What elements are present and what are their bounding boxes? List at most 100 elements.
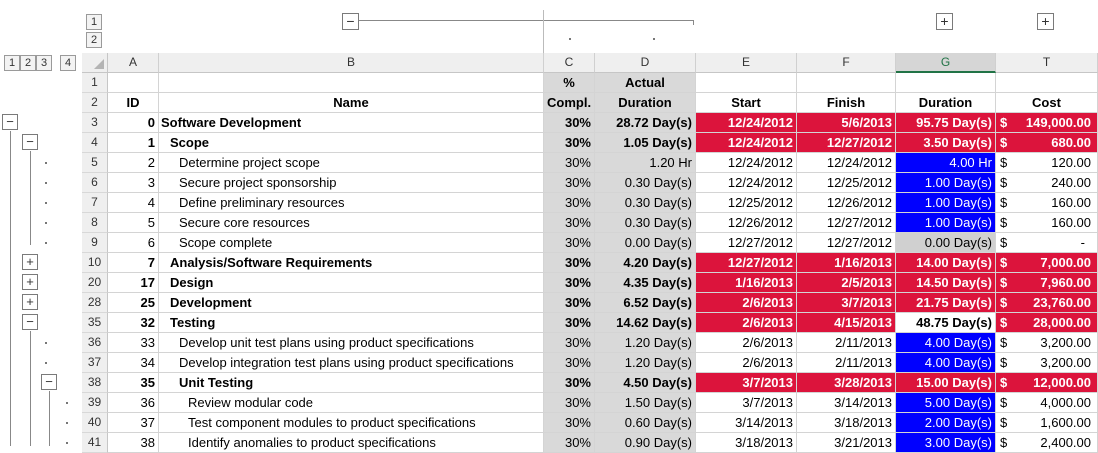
actual-duration-cell[interactable]: 1.20 Day(s) xyxy=(595,333,696,353)
start-date-cell[interactable]: 2/6/2013 xyxy=(696,333,797,353)
percent-complete-cell[interactable]: 30% xyxy=(544,373,595,393)
actual-duration-cell[interactable]: 0.30 Day(s) xyxy=(595,193,696,213)
start-date-cell[interactable]: 3/7/2013 xyxy=(696,393,797,413)
finish-date-cell[interactable]: 2/11/2013 xyxy=(797,333,896,353)
actual-duration-cell[interactable]: 0.60 Day(s) xyxy=(595,413,696,433)
task-id-cell[interactable]: 5 xyxy=(108,213,159,233)
task-name-cell[interactable]: Testing xyxy=(159,313,544,333)
expand-column-group-button[interactable]: + xyxy=(936,13,953,30)
expand-row-group-button[interactable]: + xyxy=(22,254,38,270)
finish-date-cell[interactable]: 1/16/2013 xyxy=(797,253,896,273)
percent-complete-cell[interactable]: 30% xyxy=(544,413,595,433)
row-level-1-button[interactable]: 1 xyxy=(4,55,20,71)
finish-date-cell[interactable]: 3/7/2013 xyxy=(797,293,896,313)
duration-cell[interactable]: 14.00 Day(s) xyxy=(896,253,996,273)
task-name-cell[interactable]: Analysis/Software Requirements xyxy=(159,253,544,273)
column-header-d[interactable]: D xyxy=(595,53,696,73)
actual-duration-cell[interactable]: 0.90 Day(s) xyxy=(595,433,696,453)
duration-cell[interactable]: 4.00 Hr xyxy=(896,153,996,173)
cost-cell[interactable]: $1,600.00 xyxy=(996,413,1098,433)
percent-complete-cell[interactable]: 30% xyxy=(544,333,595,353)
percent-complete-cell[interactable]: 30% xyxy=(544,173,595,193)
task-id-cell[interactable]: 4 xyxy=(108,193,159,213)
percent-complete-cell[interactable]: 30% xyxy=(544,153,595,173)
column-header-c[interactable]: C xyxy=(544,53,595,73)
start-date-cell[interactable]: 12/24/2012 xyxy=(696,153,797,173)
task-name-cell[interactable]: Design xyxy=(159,273,544,293)
task-id-cell[interactable]: 37 xyxy=(108,413,159,433)
task-name-cell[interactable]: Test component modules to product specif… xyxy=(159,413,544,433)
header-actual-duration[interactable]: Duration xyxy=(595,93,696,113)
start-date-cell[interactable]: 3/7/2013 xyxy=(696,373,797,393)
actual-duration-cell[interactable]: 14.62 Day(s) xyxy=(595,313,696,333)
percent-complete-cell[interactable]: 30% xyxy=(544,253,595,273)
duration-cell[interactable]: 3.50 Day(s) xyxy=(896,133,996,153)
cell[interactable] xyxy=(896,73,996,93)
task-name-cell[interactable]: Development xyxy=(159,293,544,313)
task-name-cell[interactable]: Review modular code xyxy=(159,393,544,413)
finish-date-cell[interactable]: 12/25/2012 xyxy=(797,173,896,193)
collapse-row-group-button[interactable]: − xyxy=(22,134,38,150)
duration-cell[interactable]: 4.00 Day(s) xyxy=(896,333,996,353)
row-header[interactable]: 3 xyxy=(82,113,108,133)
header-pct-line1[interactable]: % xyxy=(544,73,595,93)
task-id-cell[interactable]: 6 xyxy=(108,233,159,253)
header-finish[interactable]: Finish xyxy=(797,93,896,113)
task-name-cell[interactable]: Determine project scope xyxy=(159,153,544,173)
task-name-cell[interactable]: Scope complete xyxy=(159,233,544,253)
duration-cell[interactable]: 3.00 Day(s) xyxy=(896,433,996,453)
actual-duration-cell[interactable]: 1.05 Day(s) xyxy=(595,133,696,153)
cost-cell[interactable]: $7,960.00 xyxy=(996,273,1098,293)
task-id-cell[interactable]: 25 xyxy=(108,293,159,313)
row-header[interactable]: 39 xyxy=(82,393,108,413)
actual-duration-cell[interactable]: 4.50 Day(s) xyxy=(595,373,696,393)
percent-complete-cell[interactable]: 30% xyxy=(544,293,595,313)
duration-cell[interactable]: 5.00 Day(s) xyxy=(896,393,996,413)
actual-duration-cell[interactable]: 4.35 Day(s) xyxy=(595,273,696,293)
row-header[interactable]: 38 xyxy=(82,373,108,393)
row-header[interactable]: 5 xyxy=(82,153,108,173)
header-duration[interactable]: Duration xyxy=(896,93,996,113)
start-date-cell[interactable]: 12/24/2012 xyxy=(696,133,797,153)
header-name[interactable]: Name xyxy=(159,93,544,113)
select-all-corner[interactable] xyxy=(82,53,108,73)
column-header-b[interactable]: B xyxy=(159,53,544,73)
finish-date-cell[interactable]: 3/18/2013 xyxy=(797,413,896,433)
header-start[interactable]: Start xyxy=(696,93,797,113)
column-header-g[interactable]: G xyxy=(896,53,996,73)
actual-duration-cell[interactable]: 0.30 Day(s) xyxy=(595,213,696,233)
finish-date-cell[interactable]: 12/27/2012 xyxy=(797,233,896,253)
row-header[interactable]: 28 xyxy=(82,293,108,313)
finish-date-cell[interactable]: 2/5/2013 xyxy=(797,273,896,293)
row-header[interactable]: 1 xyxy=(82,73,108,93)
percent-complete-cell[interactable]: 30% xyxy=(544,313,595,333)
start-date-cell[interactable]: 12/24/2012 xyxy=(696,113,797,133)
task-name-cell[interactable]: Develop integration test plans using pro… xyxy=(159,353,544,373)
expand-row-group-button[interactable]: + xyxy=(22,294,38,310)
percent-complete-cell[interactable]: 30% xyxy=(544,233,595,253)
cost-cell[interactable]: $160.00 xyxy=(996,193,1098,213)
cost-cell[interactable]: $4,000.00 xyxy=(996,393,1098,413)
duration-cell[interactable]: 21.75 Day(s) xyxy=(896,293,996,313)
start-date-cell[interactable]: 1/16/2013 xyxy=(696,273,797,293)
row-header[interactable]: 10 xyxy=(82,253,108,273)
cell[interactable] xyxy=(159,73,544,93)
task-name-cell[interactable]: Scope xyxy=(159,133,544,153)
start-date-cell[interactable]: 2/6/2013 xyxy=(696,353,797,373)
row-header[interactable]: 37 xyxy=(82,353,108,373)
task-id-cell[interactable]: 3 xyxy=(108,173,159,193)
actual-duration-cell[interactable]: 6.52 Day(s) xyxy=(595,293,696,313)
row-header[interactable]: 40 xyxy=(82,413,108,433)
cell[interactable] xyxy=(996,73,1098,93)
cell[interactable] xyxy=(696,73,797,93)
finish-date-cell[interactable]: 3/14/2013 xyxy=(797,393,896,413)
row-header[interactable]: 36 xyxy=(82,333,108,353)
actual-duration-cell[interactable]: 1.20 Hr xyxy=(595,153,696,173)
percent-complete-cell[interactable]: 30% xyxy=(544,393,595,413)
row-header[interactable]: 35 xyxy=(82,313,108,333)
start-date-cell[interactable]: 12/27/2012 xyxy=(696,253,797,273)
actual-duration-cell[interactable]: 1.50 Day(s) xyxy=(595,393,696,413)
task-id-cell[interactable]: 7 xyxy=(108,253,159,273)
cost-cell[interactable]: $3,200.00 xyxy=(996,353,1098,373)
finish-date-cell[interactable]: 5/6/2013 xyxy=(797,113,896,133)
